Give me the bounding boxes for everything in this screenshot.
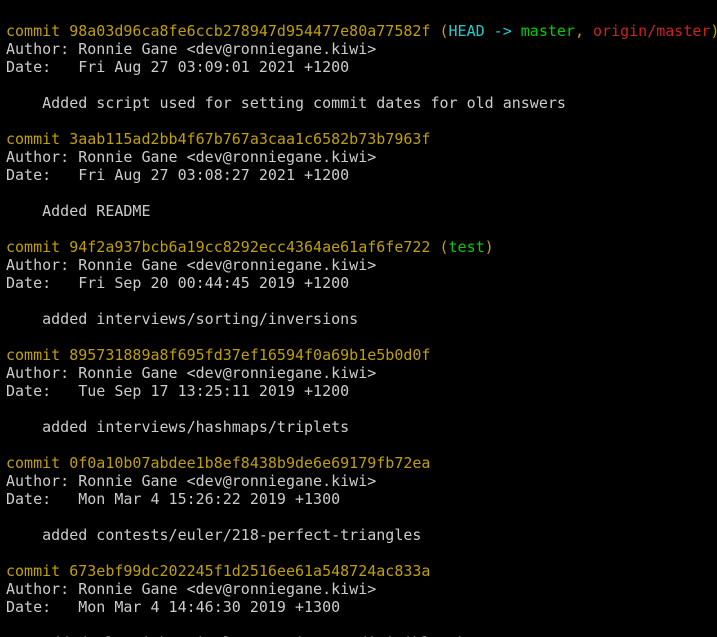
author-line: Author: Ronnie Gane <dev@ronniegane.kiwi… bbox=[6, 472, 376, 490]
date-line: Date: Tue Sep 17 13:25:11 2019 +1200 bbox=[6, 382, 349, 400]
commit-block: commit 0f0a10b07abdee1b8ef8438b9de6e6917… bbox=[6, 454, 711, 544]
date-line: Date: Fri Sep 20 00:44:45 2019 +1200 bbox=[6, 274, 349, 292]
date-line: Date: Mon Mar 4 15:26:22 2019 +1300 bbox=[6, 490, 340, 508]
date-line: Date: Fri Aug 27 03:09:01 2021 +1200 bbox=[6, 58, 349, 76]
author-line: Author: Ronnie Gane <dev@ronniegane.kiwi… bbox=[6, 364, 376, 382]
commit-block: commit 98a03d96ca8fe6ccb278947d954477e80… bbox=[6, 22, 711, 112]
commit-block: commit 94f2a937bcb6a19cc8292ecc4364ae61a… bbox=[6, 238, 711, 328]
commit-prefix: commit bbox=[6, 346, 69, 364]
commit-message: Added script used for setting commit dat… bbox=[6, 94, 566, 112]
refs-comma: , bbox=[575, 22, 593, 40]
commit-hash: 94f2a937bcb6a19cc8292ecc4364ae61af6fe722 bbox=[69, 238, 430, 256]
refs-open: ( bbox=[430, 238, 448, 256]
date-line: Date: Fri Aug 27 03:08:27 2021 +1200 bbox=[6, 166, 349, 184]
refs-open: ( bbox=[430, 22, 448, 40]
commit-block: commit 895731889a8f695fd37ef16594f0a69b1… bbox=[6, 346, 711, 436]
commit-hash: 0f0a10b07abdee1b8ef8438b9de6e69179fb72ea bbox=[69, 454, 430, 472]
commit-message: Added README bbox=[6, 202, 151, 220]
author-line: Author: Ronnie Gane <dev@ronniegane.kiwi… bbox=[6, 580, 376, 598]
author-line: Author: Ronnie Gane <dev@ronniegane.kiwi… bbox=[6, 40, 376, 58]
commit-prefix: commit bbox=[6, 130, 69, 148]
refs-close: ) bbox=[710, 22, 717, 40]
head-ref: HEAD -> bbox=[449, 22, 521, 40]
commit-block: commit 673ebf99dc202245f1d2516ee61a54872… bbox=[6, 562, 711, 637]
commit-prefix: commit bbox=[6, 454, 69, 472]
commit-message: added interviews/sorting/inversions bbox=[6, 310, 358, 328]
author-line: Author: Ronnie Gane <dev@ronniegane.kiwi… bbox=[6, 256, 376, 274]
commit-prefix: commit bbox=[6, 238, 69, 256]
commit-block: commit 3aab115ad2bb4f67b767a3caa1c6582b7… bbox=[6, 130, 711, 220]
author-line: Author: Ronnie Gane <dev@ronniegane.kiwi… bbox=[6, 148, 376, 166]
commit-hash: 673ebf99dc202245f1d2516ee61a548724ac833a bbox=[69, 562, 430, 580]
commit-hash: 3aab115ad2bb4f67b767a3caa1c6582b73b7963f bbox=[69, 130, 430, 148]
date-line: Date: Mon Mar 4 14:46:30 2019 +1300 bbox=[6, 598, 340, 616]
refs-close: ) bbox=[485, 238, 494, 256]
branch-master: master bbox=[521, 22, 575, 40]
commit-message: added interviews/hashmaps/triplets bbox=[6, 418, 349, 436]
commit-prefix: commit bbox=[6, 22, 69, 40]
commit-message: added contests/euler/218-perfect-triangl… bbox=[6, 526, 421, 544]
commit-hash: 98a03d96ca8fe6ccb278947d954477e80a77582f bbox=[69, 22, 430, 40]
commit-hash: 895731889a8f695fd37ef16594f0a69b1e5b0d0f bbox=[69, 346, 430, 364]
git-log-output: commit 98a03d96ca8fe6ccb278947d954477e80… bbox=[0, 0, 717, 637]
remote-ref: origin/master bbox=[593, 22, 710, 40]
commit-prefix: commit bbox=[6, 562, 69, 580]
branch-test: test bbox=[449, 238, 485, 256]
